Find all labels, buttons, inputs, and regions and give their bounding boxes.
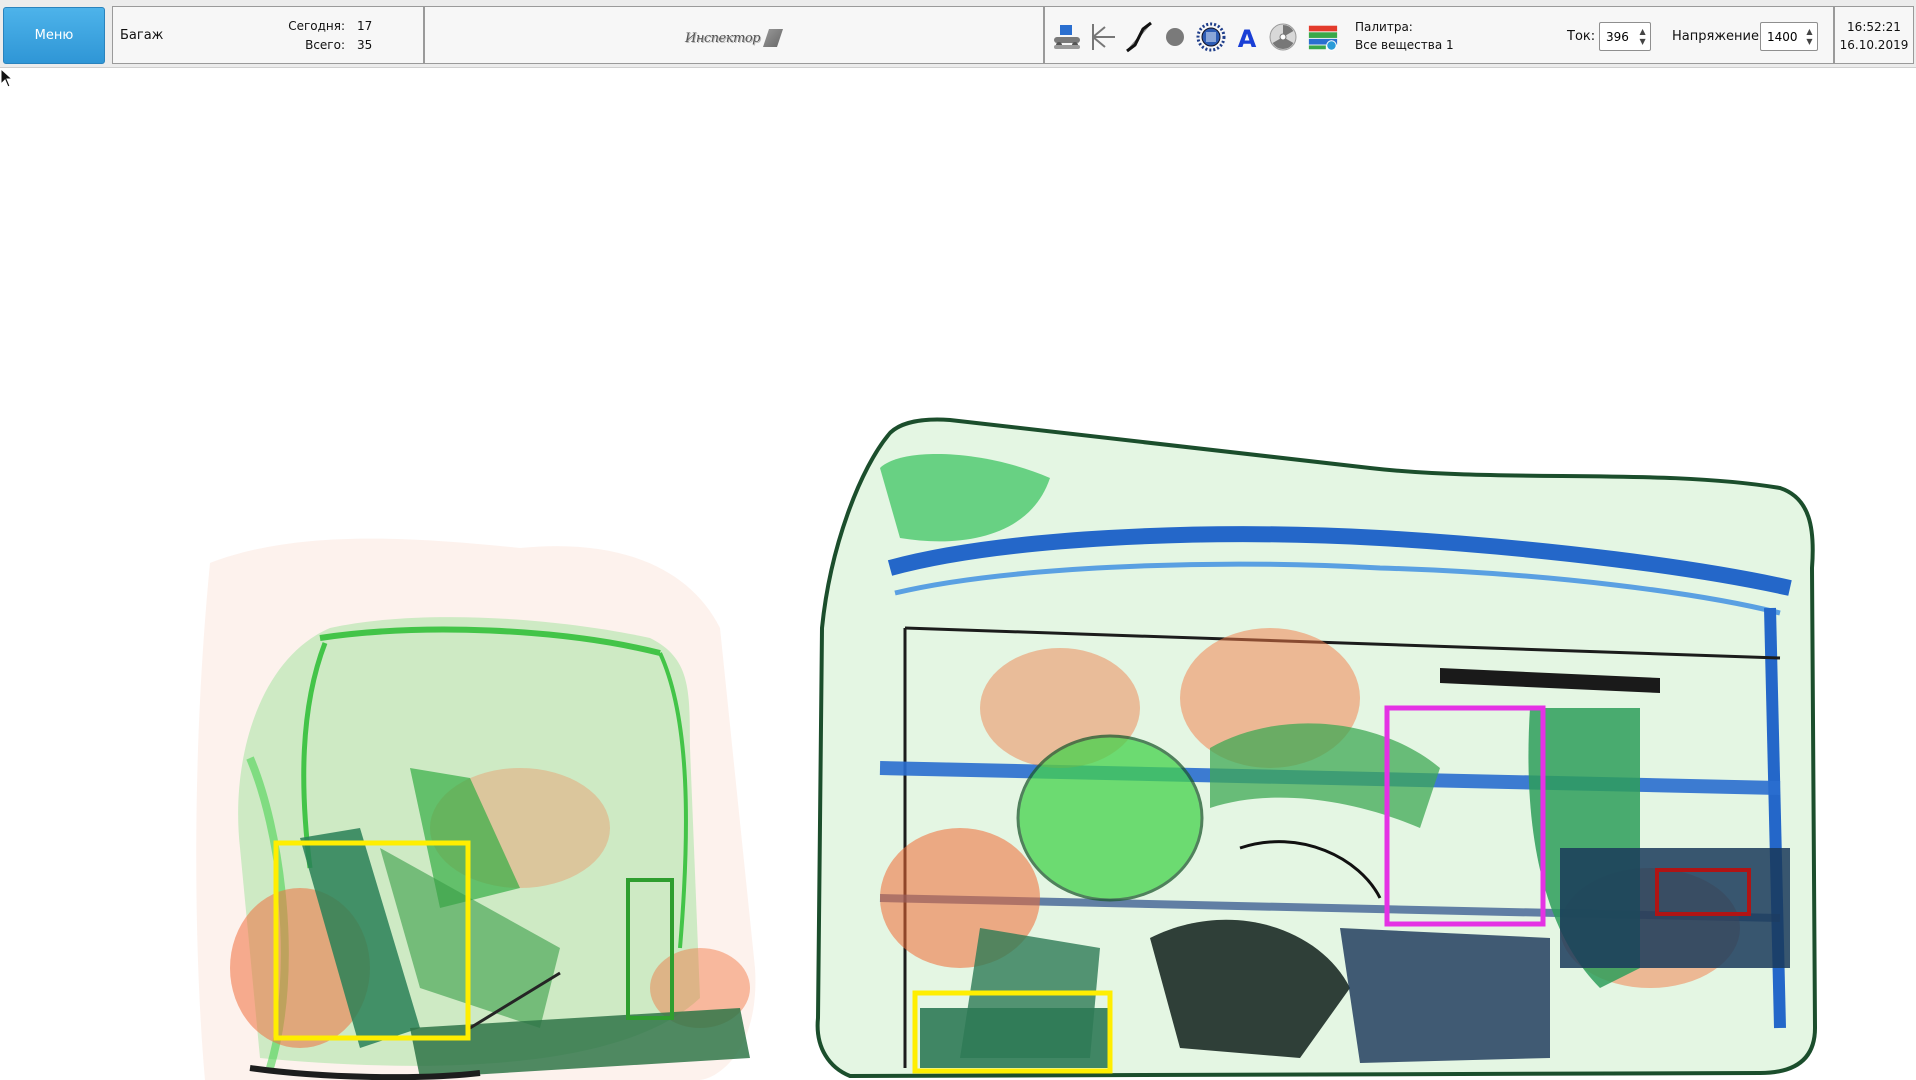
xray-scan-view[interactable] xyxy=(0,68,1916,1080)
voltage-input[interactable] xyxy=(1761,23,1805,50)
current-label: Ток: xyxy=(1567,29,1596,44)
palette-value[interactable]: Все вещества 1 xyxy=(1355,38,1454,52)
xray-image xyxy=(196,417,1818,1080)
today-count: 17 xyxy=(357,19,373,33)
spin-down-icon[interactable]: ▼ xyxy=(1640,37,1646,47)
current-spinbox[interactable]: ▲ ▼ xyxy=(1599,22,1651,51)
voltage-spin-arrows[interactable]: ▲ ▼ xyxy=(1805,23,1814,50)
organic-filter-icon[interactable] xyxy=(1159,21,1191,53)
palette-label: Палитра: xyxy=(1355,20,1413,34)
baggage-counter-panel: Багаж Сегодня: 17 Всего: 35 xyxy=(112,6,424,64)
logo-mark-icon xyxy=(763,29,783,47)
voltage-spinbox[interactable]: ▲ ▼ xyxy=(1760,22,1818,51)
text-annotation-icon[interactable]: A xyxy=(1231,21,1263,53)
suitcase-scan xyxy=(815,417,1818,1079)
conveyor-icon[interactable] xyxy=(1051,21,1083,53)
mouse-cursor-icon xyxy=(0,68,14,88)
current-input[interactable] xyxy=(1600,23,1639,50)
tools-panel: A Палитра: Все вещества 1 Ток: 396 ▲ ▼ Н… xyxy=(1044,6,1834,64)
clock-date: 16.10.2019 xyxy=(1839,38,1909,52)
palette-icon[interactable] xyxy=(1307,21,1339,53)
processor-icon[interactable] xyxy=(1195,21,1227,53)
svg-text:A: A xyxy=(1238,25,1257,53)
clock-panel: 16:52:21 16.10.2019 xyxy=(1834,6,1914,64)
today-label: Сегодня: xyxy=(288,19,345,33)
top-toolbar: Меню Багаж Сегодня: 17 Всего: 35 Инспект… xyxy=(0,0,1916,68)
clock-time: 16:52:21 xyxy=(1847,20,1901,34)
radiation-icon[interactable] xyxy=(1267,21,1299,53)
current-spin-arrows[interactable]: ▲ ▼ xyxy=(1638,23,1647,50)
spin-up-icon[interactable]: ▲ xyxy=(1806,27,1812,37)
spin-down-icon[interactable]: ▼ xyxy=(1806,37,1812,47)
total-label: Всего: xyxy=(305,38,345,52)
voltage-label: Напряжение: xyxy=(1672,29,1764,44)
inspector-logo: Инспектор xyxy=(685,25,785,51)
edge-enhance-icon[interactable] xyxy=(1087,21,1119,53)
contrast-curve-icon[interactable] xyxy=(1123,21,1155,53)
logo-panel: Инспектор xyxy=(424,6,1044,64)
total-count: 35 xyxy=(357,38,373,52)
logo-text: Инспектор xyxy=(685,30,761,46)
menu-button[interactable]: Меню xyxy=(3,7,105,64)
baggage-label: Багаж xyxy=(120,28,164,43)
spin-up-icon[interactable]: ▲ xyxy=(1640,27,1646,37)
